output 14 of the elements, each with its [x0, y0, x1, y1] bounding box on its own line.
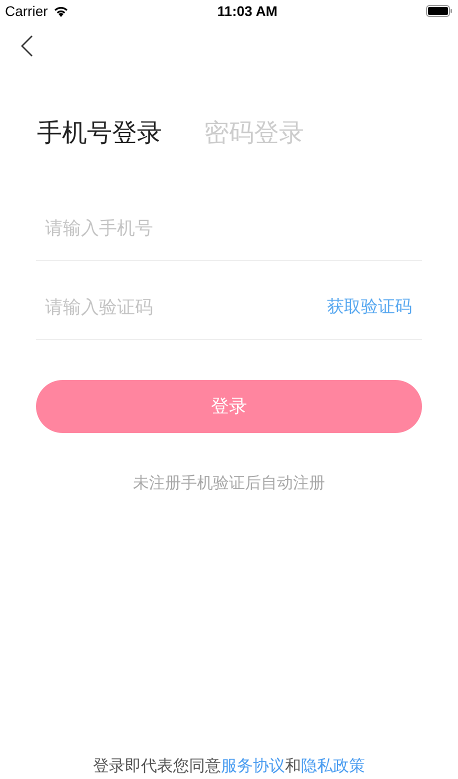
login-button[interactable]: 登录 [36, 380, 422, 433]
terms-link[interactable]: 服务协议 [221, 758, 285, 775]
agreement-text: 登录即代表您同意服务协议和隐私政策 [92, 757, 366, 777]
privacy-link[interactable]: 隐私政策 [301, 758, 365, 775]
login-tab[interactable]: 手机号登录 [37, 116, 162, 150]
phone-input-field[interactable]: 请输入手机号 [36, 214, 422, 242]
back-chevron-icon [21, 35, 33, 57]
wifi-icon [52, 5, 69, 17]
auto-register-note: 未注册手机验证后自动注册 [132, 474, 326, 494]
carrier-label: Carrier [5, 2, 48, 20]
status-time: 11:03 AM [217, 2, 278, 20]
code-input-field[interactable]: 请输入验证码 [36, 294, 327, 320]
battery-icon [426, 5, 453, 17]
get-code-link[interactable]: 获取验证码 [327, 294, 412, 320]
